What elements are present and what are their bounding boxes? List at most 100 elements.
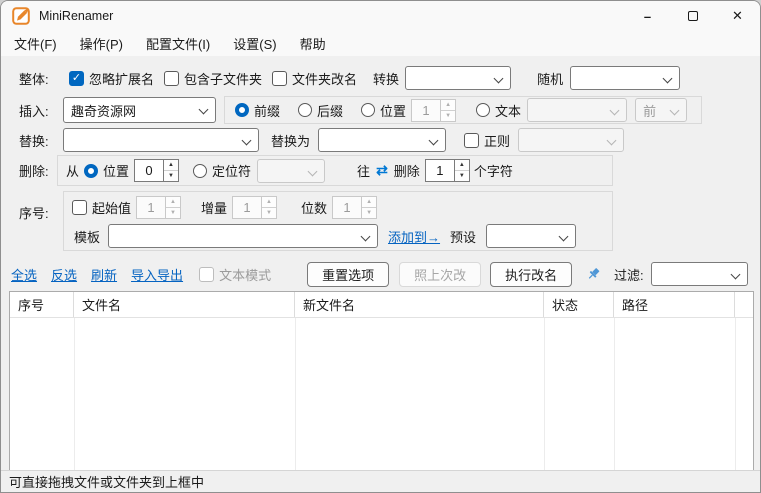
grid-line <box>295 318 296 470</box>
select-all-link[interactable]: 全选 <box>11 265 37 284</box>
prefix-label: 前缀 <box>254 101 280 120</box>
delete-count-spinner[interactable]: 1 ▲▼ <box>425 159 470 182</box>
spinner-arrows-icon[interactable]: ▲▼ <box>164 159 179 182</box>
text-radio[interactable] <box>476 103 490 117</box>
column-header-path[interactable]: 路径 <box>614 292 735 317</box>
serial-group: 起始值 1 ▲▼ 增量 1 ▲▼ 位数 1 ▲▼ 模板 添加到 <box>63 191 613 251</box>
filter-combobox[interactable] <box>651 262 748 286</box>
execute-rename-button[interactable]: 执行改名 <box>490 262 572 287</box>
serial-label: 序号: <box>19 203 59 222</box>
delete-toward-label: 往 <box>357 161 370 180</box>
grid-line <box>614 318 615 470</box>
delete-position-spinner[interactable]: 0 ▲▼ <box>134 159 179 182</box>
regex-label: 正则 <box>484 131 510 150</box>
menu-file[interactable]: 文件(F) <box>8 32 63 55</box>
menu-operation[interactable]: 操作(P) <box>74 32 129 55</box>
suffix-radio[interactable] <box>298 103 312 117</box>
insert-text-target-combobox[interactable] <box>527 98 627 122</box>
window-title: MiniRenamer <box>39 9 113 23</box>
delete-locator-label: 定位符 <box>212 161 251 180</box>
reset-options-button[interactable]: 重置选项 <box>307 262 389 287</box>
insert-mode-group: 前缀 后缀 位置 1 ▲▼ 文本 前 <box>224 96 702 124</box>
maximize-icon <box>688 11 698 21</box>
insert-position-spinner[interactable]: 1 ▲▼ <box>411 99 456 122</box>
overall-row: 整体: ✓ 忽略扩展名 包含子文件夹 文件夹改名 转换 随机 <box>1 65 680 91</box>
direction-arrows-icon[interactable]: ⇄ <box>376 162 388 179</box>
suffix-label: 后缀 <box>317 101 343 120</box>
preset-combobox[interactable] <box>486 224 576 248</box>
column-header-status[interactable]: 状态 <box>544 292 614 317</box>
serial-increment-spinner[interactable]: 1 ▲▼ <box>232 196 277 219</box>
preset-label: 预设 <box>450 227 476 246</box>
chevron-down-icon <box>670 106 680 116</box>
serial-start-spinner[interactable]: 1 ▲▼ <box>136 196 181 219</box>
status-text: 可直接拖拽文件或文件夹到上框中 <box>9 472 204 491</box>
replace-find-combobox[interactable] <box>63 128 259 152</box>
insert-row: 插入: 趣奇资源网 前缀 后缀 位置 1 ▲▼ 文本 前 <box>1 96 702 124</box>
maximize-button[interactable] <box>670 1 715 31</box>
delete-label: 删除: <box>19 161 59 180</box>
insert-text-combobox[interactable]: 趣奇资源网 <box>63 97 216 123</box>
random-label: 随机 <box>537 69 563 88</box>
serial-increment-label: 增量 <box>201 198 227 217</box>
chevron-down-icon <box>610 106 620 116</box>
minimize-button[interactable]: – <box>625 1 670 31</box>
spinner-arrows-icon[interactable]: ▲▼ <box>441 99 456 122</box>
ignore-extension-checkbox[interactable]: ✓ <box>69 71 84 86</box>
replace-with-combobox[interactable] <box>318 128 446 152</box>
rename-folders-checkbox[interactable] <box>272 71 287 86</box>
delete-position-radio[interactable] <box>84 164 98 178</box>
text-mode-label: 文本模式 <box>219 265 271 284</box>
table-header: 序号 文件名 新文件名 状态 路径 <box>10 292 753 318</box>
chevron-down-icon <box>731 270 741 280</box>
menu-settings[interactable]: 设置(S) <box>227 32 282 55</box>
delete-from-label: 从 <box>66 161 79 180</box>
menu-profile[interactable]: 配置文件(I) <box>140 32 216 55</box>
chevron-down-icon <box>361 232 371 242</box>
file-table[interactable]: 序号 文件名 新文件名 状态 路径 <box>9 291 754 471</box>
chevron-down-icon <box>242 136 252 146</box>
column-header-filename[interactable]: 文件名 <box>74 292 295 317</box>
redo-last-button[interactable]: 照上次改 <box>399 262 481 287</box>
filter-label: 过滤: <box>614 265 644 284</box>
regex-preset-combobox[interactable] <box>518 128 624 152</box>
invert-selection-link[interactable]: 反选 <box>51 265 77 284</box>
import-export-link[interactable]: 导入导出 <box>131 265 183 284</box>
spinner-arrows-icon[interactable]: ▲▼ <box>166 196 181 219</box>
pin-icon[interactable] <box>585 264 602 284</box>
include-subfolders-label: 包含子文件夹 <box>184 69 262 88</box>
regex-checkbox[interactable] <box>464 133 479 148</box>
delete-locator-combobox[interactable] <box>257 159 325 183</box>
serial-start-checkbox[interactable] <box>72 200 87 215</box>
random-select[interactable] <box>570 66 680 90</box>
text-radio-label: 文本 <box>495 101 521 120</box>
convert-select[interactable] <box>405 66 511 90</box>
convert-label: 转换 <box>373 69 399 88</box>
serial-digits-spinner[interactable]: 1 ▲▼ <box>332 196 377 219</box>
close-button[interactable]: ✕ <box>715 1 760 31</box>
spinner-arrows-icon[interactable]: ▲▼ <box>455 159 470 182</box>
serial-start-label: 起始值 <box>92 198 131 217</box>
delete-group: 从 位置 0 ▲▼ 定位符 往 ⇄ 删除 1 ▲▼ 个字符 <box>57 155 613 186</box>
grid-line <box>74 318 75 470</box>
column-header-newfilename[interactable]: 新文件名 <box>295 292 544 317</box>
prefix-radio[interactable] <box>235 103 249 117</box>
spinner-arrows-icon[interactable]: ▲▼ <box>262 196 277 219</box>
insert-side-select[interactable]: 前 <box>635 98 687 122</box>
table-body[interactable] <box>10 318 753 470</box>
include-subfolders-checkbox[interactable] <box>164 71 179 86</box>
refresh-link[interactable]: 刷新 <box>91 265 117 284</box>
action-toolbar: 全选 反选 刷新 导入导出 文本模式 重置选项 照上次改 执行改名 过滤: <box>1 261 760 287</box>
serial-template-row: 模板 添加到→ 预设 <box>64 222 612 250</box>
spinner-arrows-icon[interactable]: ▲▼ <box>362 196 377 219</box>
ignore-extension-label: 忽略扩展名 <box>89 69 154 88</box>
template-combobox[interactable] <box>108 224 378 248</box>
close-icon: ✕ <box>732 8 743 24</box>
position-radio[interactable] <box>361 103 375 117</box>
delete-locator-radio[interactable] <box>193 164 207 178</box>
delete-chars-label: 个字符 <box>474 161 513 180</box>
add-to-link[interactable]: 添加到→ <box>388 227 440 246</box>
menu-help[interactable]: 帮助 <box>294 32 332 55</box>
column-header-index[interactable]: 序号 <box>10 292 74 317</box>
text-mode-checkbox[interactable] <box>199 267 214 282</box>
